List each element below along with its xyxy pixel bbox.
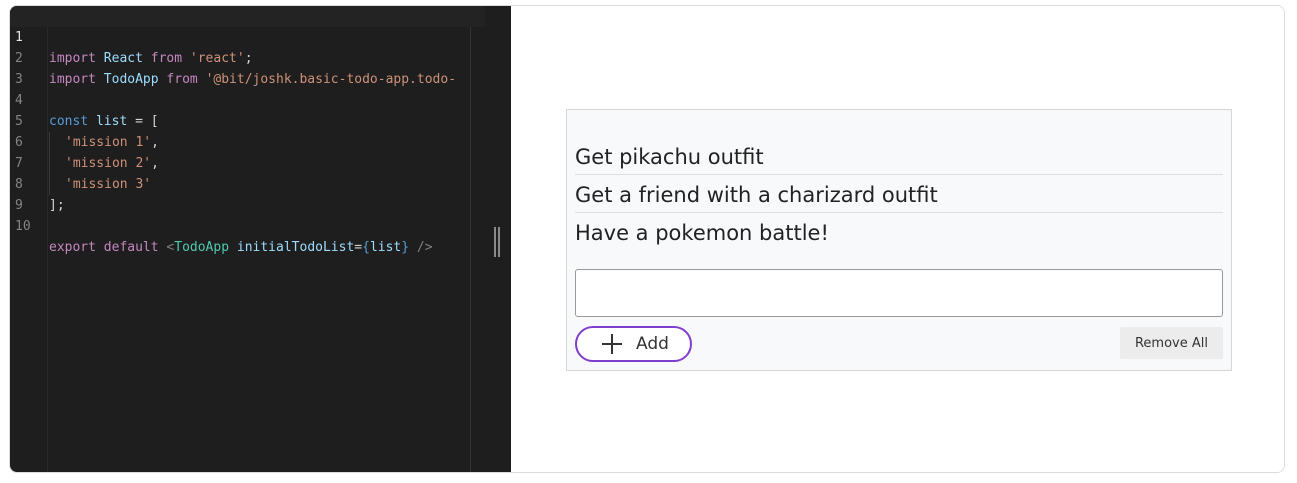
plus-icon xyxy=(602,334,622,354)
identifier: list xyxy=(369,240,402,255)
brace: { xyxy=(362,240,370,255)
jsx-attribute: initialTodoList xyxy=(236,240,355,255)
drag-handle-icon[interactable] xyxy=(494,227,500,257)
todo-item[interactable]: Get pikachu outfit xyxy=(575,137,1223,175)
todo-item[interactable]: Have a pokemon battle! xyxy=(575,213,1223,250)
keyword: default xyxy=(103,240,159,255)
jsx-tag: TodoApp xyxy=(174,240,230,255)
brace: } xyxy=(401,240,410,255)
code-line[interactable]: 6 'mission 2', xyxy=(10,111,485,174)
new-todo-input[interactable] xyxy=(575,269,1223,317)
keyword: export xyxy=(49,240,96,255)
code-lines[interactable]: 1 import React from 'react'; 2 import To… xyxy=(10,6,485,255)
code-line[interactable]: 5 'mission 1', xyxy=(10,90,485,153)
code-line[interactable]: 4 const list = [ xyxy=(10,69,485,129)
remove-all-button[interactable]: Remove All xyxy=(1120,327,1223,359)
code-line[interactable]: 10 export default <TodoApp initialTodoLi… xyxy=(10,195,485,255)
code-line[interactable]: 2 import TodoApp from '@bit/joshk.basic-… xyxy=(10,27,485,87)
code-line[interactable]: 8 ]; xyxy=(10,153,485,213)
code-line[interactable]: 3 xyxy=(10,48,485,87)
punctuation: = xyxy=(354,240,363,255)
code-line[interactable]: 1 import React from 'react'; xyxy=(10,6,485,66)
todo-app: Get pikachu outfit Get a friend with a c… xyxy=(566,109,1232,371)
code-line[interactable]: 7 'mission 3' xyxy=(10,132,485,195)
todo-item[interactable]: Get a friend with a charizard outfit xyxy=(575,175,1223,213)
add-button[interactable]: Add xyxy=(575,326,692,362)
jsx-bracket: /> xyxy=(416,240,433,255)
line-number: 10 xyxy=(15,219,31,234)
code-line[interactable]: 9 xyxy=(10,174,485,213)
code-editor[interactable]: 1 import React from 'react'; 2 import To… xyxy=(10,6,511,472)
playground-frame: 1 import React from 'react'; 2 import To… xyxy=(9,5,1285,473)
add-button-label: Add xyxy=(636,334,669,354)
preview-pane: Get pikachu outfit Get a friend with a c… xyxy=(511,6,1284,472)
todo-list: Get pikachu outfit Get a friend with a c… xyxy=(575,137,1223,250)
